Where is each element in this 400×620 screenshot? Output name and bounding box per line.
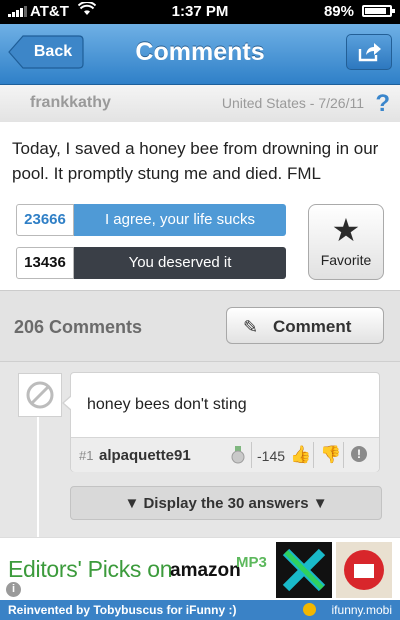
comment-score: -145: [257, 448, 286, 464]
comment-meta-bar: #1 alpaquette91 -145 👍 👎 !: [71, 437, 379, 472]
agree-vote-button[interactable]: 23666 I agree, your life sucks: [16, 204, 286, 236]
star-icon: ★: [331, 212, 361, 248]
agree-label: I agree, your life sucks: [74, 204, 286, 236]
smiley-icon: [303, 603, 316, 616]
share-button[interactable]: [346, 34, 392, 70]
watermark-footer: Reinvented by Tobybuscus for iFunny :) i…: [0, 600, 400, 620]
nav-bar: Back Comments: [0, 24, 400, 85]
favorite-button[interactable]: ★ Favorite: [308, 204, 384, 280]
page-title: Comments: [135, 38, 265, 66]
story-location-date: United States - 7/26/11: [221, 95, 364, 111]
divider: [343, 442, 344, 468]
story-author[interactable]: frankkathy: [30, 94, 111, 112]
album-cover-image: [336, 542, 392, 598]
avatar[interactable]: [18, 373, 62, 417]
display-answers-button[interactable]: ▼ Display the 30 answers ▼: [70, 486, 382, 520]
ad-text: Editors' Picks on: [8, 556, 173, 582]
deserved-vote-button[interactable]: 13436 You deserved it: [16, 247, 286, 279]
share-icon: [358, 42, 382, 67]
battery-icon: [362, 5, 395, 17]
triangle-down-icon: ▼: [124, 495, 144, 512]
answers-label: Display the 30 answers: [143, 495, 309, 512]
triangle-down-icon: ▼: [308, 495, 328, 512]
deserved-count: 13436: [16, 247, 74, 279]
footer-site: ifunny.mobi: [331, 603, 392, 617]
comment-author[interactable]: alpaquette91: [99, 447, 191, 464]
story-text: Today, I saved a honey bee from drowning…: [12, 139, 379, 183]
thread-line: [37, 405, 39, 540]
deserved-label: You deserved it: [74, 247, 286, 279]
comment-button[interactable]: ✎ Comment: [226, 307, 384, 344]
ad-banner[interactable]: Editors' Picks on amazon MP3 i: [0, 537, 400, 601]
medal-icon: [231, 446, 245, 464]
status-bar: AT&T 1:37 PM 89%: [0, 0, 400, 24]
help-icon[interactable]: ?: [375, 90, 390, 118]
thumbs-down-icon[interactable]: 👎: [320, 445, 341, 465]
comment-card: honey bees don't sting #1 alpaquette91 -…: [62, 372, 380, 472]
comments-header: 206 Comments ✎ Comment: [0, 291, 400, 362]
report-icon[interactable]: !: [351, 446, 367, 462]
divider: [251, 442, 252, 468]
amazon-logo: amazon: [170, 560, 241, 581]
comment-button-label: Comment: [273, 317, 352, 336]
story-meta-bar: frankkathy United States - 7/26/11 ?: [0, 85, 400, 123]
mp3-label: MP3: [236, 554, 267, 571]
agree-count: 23666: [16, 204, 74, 236]
footer-credit: Reinvented by Tobybuscus for iFunny :): [8, 603, 237, 617]
story-card: Today, I saved a honey bee from drowning…: [0, 122, 400, 291]
battery-percent: 89%: [323, 3, 354, 20]
ad-info-icon[interactable]: i: [6, 582, 21, 597]
comment-text: honey bees don't sting: [87, 396, 247, 413]
favorite-label: Favorite: [320, 252, 372, 268]
comments-count: 206 Comments: [14, 317, 143, 337]
pencil-icon: ✎: [243, 317, 259, 337]
comment-number: #1: [79, 448, 94, 463]
no-avatar-icon: [26, 381, 54, 409]
album-cover-image: [276, 542, 332, 598]
divider: [313, 442, 314, 468]
thumbs-up-icon[interactable]: 👍: [290, 445, 311, 465]
